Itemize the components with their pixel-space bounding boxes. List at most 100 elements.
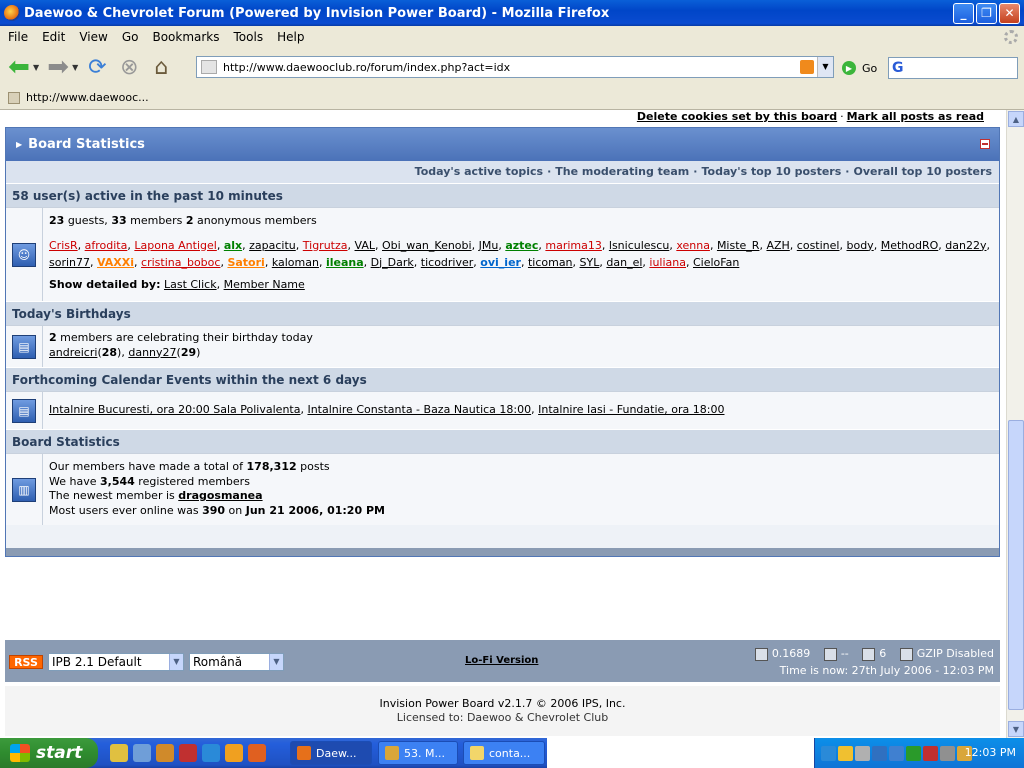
menu-help[interactable]: Help <box>270 30 311 44</box>
mark-read-link[interactable]: Mark all posts as read <box>847 110 984 123</box>
taskbar-item-firefox[interactable]: Daew... <box>290 741 372 765</box>
skin-select[interactable]: IPB 2.1 Default ▼ <box>48 653 184 671</box>
tray-icon[interactable] <box>889 745 904 761</box>
birthday-member-link[interactable]: andreicri <box>49 346 97 359</box>
start-button[interactable]: start <box>0 738 98 768</box>
active-user-link[interactable]: kaloman <box>272 256 319 269</box>
active-user-link[interactable]: MethodRO <box>881 239 939 252</box>
tray-icon[interactable] <box>923 745 938 761</box>
internet-explorer-icon[interactable] <box>202 744 220 762</box>
tray-icon[interactable] <box>855 745 870 761</box>
active-user-link[interactable]: JMu <box>479 239 499 252</box>
active-user-link[interactable]: ticodriver <box>421 256 474 269</box>
last-click-link[interactable]: Last Click <box>164 278 217 291</box>
search-input[interactable]: G <box>888 57 1018 79</box>
quicklaunch-icon[interactable] <box>225 744 243 762</box>
taskbar-item-3[interactable]: conta... <box>463 741 545 765</box>
quicklaunch-icon[interactable] <box>133 744 151 762</box>
active-user-link[interactable]: ovi_ier <box>480 256 521 269</box>
active-user-link[interactable]: aztec <box>505 239 538 252</box>
active-user-link[interactable]: Tigrutza <box>303 239 348 252</box>
active-user-link[interactable]: SYL <box>580 256 600 269</box>
active-user-link[interactable]: iuliana <box>649 256 686 269</box>
menu-file[interactable]: File <box>0 30 35 44</box>
scroll-thumb[interactable] <box>1008 420 1024 710</box>
active-user-link[interactable]: xenna <box>676 239 710 252</box>
url-history-dropdown-icon[interactable]: ▼ <box>817 57 833 77</box>
back-dropdown-icon[interactable]: ▼ <box>33 63 39 72</box>
home-icon[interactable]: ⌂ <box>148 54 174 80</box>
quicklaunch-icon[interactable] <box>156 744 174 762</box>
maximize-button[interactable]: ❐ <box>976 2 997 24</box>
lofi-version-link[interactable]: Lo-Fi Version <box>465 655 538 666</box>
language-select[interactable]: Română ▼ <box>189 653 284 671</box>
active-user-link[interactable]: body <box>846 239 873 252</box>
active-user-link[interactable]: AZH <box>766 239 789 252</box>
active-user-link[interactable]: afrodita <box>85 239 128 252</box>
member-name-link[interactable]: Member Name <box>224 278 305 291</box>
active-user-link[interactable]: cristina_boboc <box>141 256 220 269</box>
active-user-link[interactable]: lsniculescu <box>609 239 669 252</box>
rss-feed-icon[interactable] <box>800 60 814 74</box>
active-user-link[interactable]: CrisR <box>49 239 78 252</box>
active-user-link[interactable]: Obi_wan_Kenobi <box>382 239 472 252</box>
rss-button[interactable]: RSS <box>9 655 43 669</box>
scroll-down-icon[interactable]: ▼ <box>1008 721 1024 737</box>
address-bar[interactable]: http://www.daewooclub.ro/forum/index.php… <box>196 56 834 78</box>
active-user-link[interactable]: VAXXi <box>97 256 134 269</box>
active-topics-link[interactable]: Today's active topics <box>415 165 543 178</box>
tray-icon[interactable] <box>838 745 853 761</box>
overall-top-posters-link[interactable]: Overall top 10 posters <box>853 165 992 178</box>
taskbar-item-2[interactable]: 53. M... <box>378 741 458 765</box>
event-link[interactable]: Intalnire Iasi - Fundatie, ora 18:00 <box>538 403 724 416</box>
quicklaunch-icon[interactable] <box>110 744 128 762</box>
bookmark-item[interactable]: http://www.daewooc... <box>26 91 149 104</box>
active-user-link[interactable]: CieloFan <box>693 256 739 269</box>
scroll-up-icon[interactable]: ▲ <box>1008 111 1024 127</box>
tray-icon[interactable] <box>940 745 955 761</box>
close-button[interactable]: ✕ <box>999 2 1020 24</box>
menu-bookmarks[interactable]: Bookmarks <box>145 30 226 44</box>
active-user-link[interactable]: Satori <box>227 256 264 269</box>
active-user-link[interactable]: Dj_Dark <box>371 256 414 269</box>
forward-arrow-icon[interactable]: ➡ <box>45 52 71 82</box>
menu-edit[interactable]: Edit <box>35 30 72 44</box>
moderating-team-link[interactable]: The moderating team <box>555 165 689 178</box>
active-user-link[interactable]: dan_el <box>606 256 642 269</box>
today-top-posters-link[interactable]: Today's top 10 posters <box>701 165 841 178</box>
birthday-member-link[interactable]: danny27 <box>128 346 176 359</box>
firefox-icon[interactable] <box>248 744 266 762</box>
address-url[interactable]: http://www.daewooclub.ro/forum/index.php… <box>223 61 800 74</box>
active-user-link[interactable]: ileana <box>326 256 364 269</box>
forward-dropdown-icon[interactable]: ▼ <box>72 63 78 72</box>
collapse-icon[interactable] <box>980 139 990 149</box>
active-user-link[interactable]: VAL <box>355 239 375 252</box>
minimize-button[interactable]: _ <box>953 2 974 24</box>
active-user-link[interactable]: ticoman <box>528 256 573 269</box>
event-link[interactable]: Intalnire Constanta - Baza Nautica 18:00 <box>307 403 531 416</box>
active-user-link[interactable]: zapacitu <box>249 239 296 252</box>
reload-icon[interactable]: ⟳ <box>84 54 110 80</box>
menu-view[interactable]: View <box>72 30 114 44</box>
active-user-link[interactable]: marima13 <box>545 239 602 252</box>
menu-go[interactable]: Go <box>115 30 146 44</box>
tray-icon[interactable] <box>906 745 921 761</box>
go-button[interactable]: ▶ Go <box>842 61 877 75</box>
google-search-icon[interactable]: G <box>892 60 904 76</box>
active-user-link[interactable]: costinel <box>797 239 840 252</box>
active-user-link[interactable]: alx <box>224 239 242 252</box>
active-user-link[interactable]: Lapona Antigel <box>134 239 216 252</box>
quicklaunch-icon[interactable] <box>179 744 197 762</box>
delete-cookies-link[interactable]: Delete cookies set by this board <box>637 110 837 123</box>
menu-tools[interactable]: Tools <box>227 30 271 44</box>
active-user-link[interactable]: dan22y <box>945 239 986 252</box>
stop-icon[interactable]: ⊗ <box>116 54 142 80</box>
active-user-link[interactable]: Miste_R <box>717 239 760 252</box>
back-arrow-icon[interactable]: ⬅ <box>6 52 32 82</box>
tray-icon[interactable] <box>872 745 887 761</box>
newest-member-link[interactable]: dragosmanea <box>178 489 262 502</box>
vertical-scrollbar[interactable]: ▲ ▼ <box>1006 110 1024 738</box>
active-user-link[interactable]: sorin77 <box>49 256 90 269</box>
event-link[interactable]: Intalnire Bucuresti, ora 20:00 Sala Poli… <box>49 403 300 416</box>
tray-icon[interactable] <box>821 745 836 761</box>
